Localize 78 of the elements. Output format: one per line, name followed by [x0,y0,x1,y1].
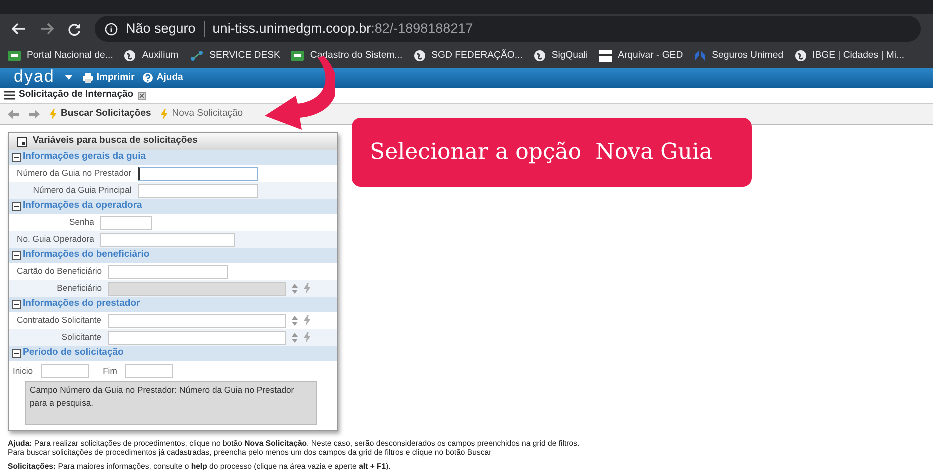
lightning-icon[interactable] [304,283,312,294]
collapse-icon[interactable] [12,349,21,358]
input-field[interactable] [138,166,258,180]
tab[interactable]: Solicitação de Internação [19,88,134,103]
caret-icon[interactable] [64,75,73,81]
spinner-icon[interactable] [292,332,298,342]
field-label: Beneficiário [9,280,108,297]
globe-icon [534,50,546,62]
input-field[interactable] [125,364,174,378]
input-field[interactable] [108,330,286,344]
collapse-icon[interactable] [12,202,21,211]
info-icon[interactable] [105,22,118,36]
window-icon [17,136,27,146]
collapse-icon[interactable] [12,153,21,162]
url-text: uni-tiss.unimedgm.coop.br:82/-1898188217 [212,20,474,38]
network-icon [190,50,204,62]
site-icon [8,50,21,61]
bookmark[interactable]: Arquivar - GED [599,48,684,64]
app-logo: dyad [14,68,55,84]
field-label: No. Guia Operadora [9,231,100,248]
document-icon [599,50,612,62]
bookmark[interactable]: IBGE | Cidades | Mi... [794,48,904,64]
input-field[interactable] [108,314,286,328]
field-label: Número da Guia Principal [9,182,138,199]
reload-icon[interactable] [68,22,81,36]
close-icon[interactable] [138,92,146,100]
section-title: Informações gerais da guia [23,150,146,164]
toolbar-button[interactable]: Nova Solicitação [161,106,244,122]
bookmark[interactable]: Portal Nacional de... [8,48,114,64]
bookmark[interactable]: SGD FEDERAÇÃO... [414,48,523,64]
lungs-icon [694,50,706,62]
input-field[interactable] [100,216,152,230]
lightning-icon[interactable] [304,332,311,343]
collapse-icon[interactable] [12,300,21,309]
section-title: Período de solicitação [23,346,124,360]
field-label: Solicitante [9,329,108,346]
input-field[interactable] [41,364,90,378]
list-icon [4,91,15,100]
menu-item[interactable]: Imprimir [82,70,135,86]
spinner-icon[interactable] [292,284,298,294]
forward-icon[interactable] [29,110,40,118]
globe-icon [794,50,807,62]
help-icon [142,73,153,83]
callout-box: Selecionar a opção Nova Guia [352,118,752,187]
printer-icon [82,73,93,83]
section-title: Informações do beneficiário [23,248,150,262]
back-icon[interactable] [12,23,26,35]
lightning-icon[interactable] [304,315,311,326]
field-label: Fim [103,364,118,378]
description-text: Campo Número da Guia no Prestador: Número da Guia no Prestador para a pesquisa. [25,381,317,425]
input-field[interactable] [108,264,228,278]
bookmark[interactable]: SERVICE DESK [190,48,280,64]
bookmark[interactable]: Cadastro do Sistem... [291,48,403,64]
field-label: Contratado Solicitante [16,314,103,327]
input-field[interactable] [138,184,258,198]
forward-icon[interactable] [40,23,54,35]
bookmark[interactable]: Auxilium [124,48,179,64]
globe-icon [124,50,136,62]
site-icon [291,50,304,61]
spinner-icon[interactable] [292,316,298,326]
lightning-icon [50,108,57,120]
field-label: Cartão do Beneficiário [16,265,104,278]
field-label: Senha [68,216,96,229]
collapse-icon[interactable] [12,251,21,260]
field-label: Número da Guia no Prestador [16,167,133,180]
bookmark[interactable]: Seguros Unimed [694,48,784,64]
toolbar-button[interactable]: Buscar Solicitações [50,106,152,122]
input-field[interactable] [100,232,236,246]
address-bar[interactable]: Não seguro uni-tiss.unimedgm.coop.br:82/-1898188217 [95,16,921,42]
security-label: Não seguro [126,20,196,38]
section-title: Informações do prestador [23,297,140,312]
panel-title: Variáveis para busca de solicitações [33,134,198,148]
globe-icon [414,50,426,62]
section-title: Informações da operadora [23,199,142,214]
field-label: Inicio [13,364,34,378]
menu-item[interactable]: Ajuda [142,70,184,86]
bookmark[interactable]: SigQuali [534,48,588,64]
lightning-icon [161,108,168,120]
